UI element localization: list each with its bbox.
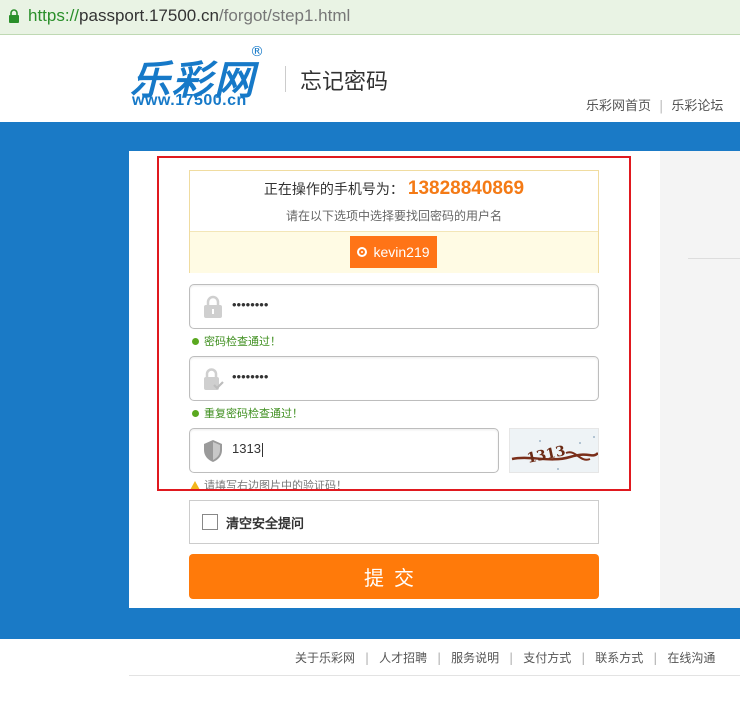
- logo-url: www.17500.cn: [132, 92, 247, 109]
- footer-link-chat[interactable]: 在线沟通: [667, 651, 715, 665]
- clear-security-label[interactable]: 清空安全提问: [226, 513, 304, 532]
- footer-link-service[interactable]: 服务说明: [451, 651, 499, 665]
- top-nav: 乐彩网首页 | 乐彩论坛: [586, 95, 723, 114]
- header-divider: [285, 66, 286, 92]
- footer-divider: [129, 675, 740, 676]
- url-path: /forgot/step1.html: [218, 6, 351, 25]
- footer-link-about[interactable]: 关于乐彩网: [295, 651, 355, 665]
- nav-home-link[interactable]: 乐彩网首页: [586, 99, 651, 114]
- nav-separator: |: [659, 99, 664, 114]
- browser-address-bar[interactable]: https://passport.17500.cn/forgot/step1.h…: [0, 0, 740, 35]
- side-divider: [688, 258, 740, 259]
- footer-link-payment[interactable]: 支付方式: [523, 651, 571, 665]
- footer-links: 关于乐彩网 | 人才招聘 | 服务说明 | 支付方式 | 联系方式 | 在线沟通: [295, 651, 716, 665]
- submit-button[interactable]: 提交: [189, 554, 599, 599]
- lock-icon: [9, 9, 19, 23]
- url-protocol: https://: [28, 6, 80, 25]
- url-host: passport.17500.cn: [79, 6, 219, 25]
- page-title: 忘记密码: [300, 70, 389, 95]
- footer-link-jobs[interactable]: 人才招聘: [379, 651, 427, 665]
- registered-mark: ®: [250, 44, 264, 60]
- nav-forum-link[interactable]: 乐彩论坛: [671, 99, 723, 114]
- url-text[interactable]: https://passport.17500.cn/forgot/step1.h…: [28, 6, 350, 26]
- footer-link-contact[interactable]: 联系方式: [595, 651, 643, 665]
- clear-security-checkbox[interactable]: [202, 514, 218, 530]
- highlight-annotation-box: [157, 156, 631, 491]
- side-panel: [660, 151, 740, 608]
